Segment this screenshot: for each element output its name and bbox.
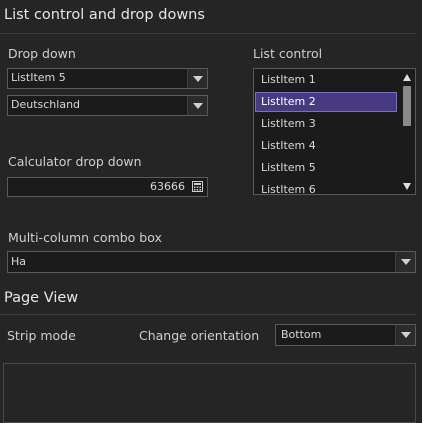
orientation-dropdown-button[interactable] bbox=[395, 325, 415, 345]
list-scrollbar[interactable] bbox=[400, 70, 414, 193]
list-item-selected[interactable]: ListItem 2 bbox=[255, 92, 397, 112]
section-title-list-control: List control and drop downs bbox=[4, 7, 205, 23]
scrollbar-thumb[interactable] bbox=[403, 86, 411, 126]
list-item[interactable]: ListItem 4 bbox=[255, 136, 397, 156]
calculator-value: 63666 bbox=[150, 180, 185, 193]
arrow-down-icon bbox=[403, 182, 411, 190]
list-item[interactable]: ListItem 6 bbox=[255, 180, 397, 194]
calculator-dropdown[interactable]: 63666 bbox=[7, 177, 208, 197]
chevron-down-icon bbox=[192, 102, 203, 109]
chevron-down-icon bbox=[192, 75, 203, 82]
scroll-down-button[interactable] bbox=[403, 182, 411, 190]
list-item[interactable]: ListItem 3 bbox=[255, 114, 397, 134]
chevron-down-icon bbox=[400, 259, 411, 265]
dropdown-country-button[interactable] bbox=[187, 96, 207, 115]
multicolumn-dropdown-button[interactable] bbox=[395, 252, 415, 272]
multicolumn-combo[interactable]: Ha bbox=[7, 251, 416, 273]
dropdown-country[interactable]: Deutschland bbox=[7, 95, 208, 116]
strip-mode-label: Strip mode bbox=[7, 328, 76, 343]
section-divider bbox=[0, 33, 416, 34]
dropdown-listitem-button[interactable] bbox=[187, 69, 207, 88]
arrow-up-icon bbox=[403, 73, 411, 81]
calculator-icon[interactable] bbox=[192, 181, 203, 192]
orientation-value: Bottom bbox=[281, 328, 322, 341]
dropdown-country-value: Deutschland bbox=[11, 98, 81, 111]
scroll-up-button[interactable] bbox=[403, 73, 411, 81]
dropdown-listitem-value: ListItem 5 bbox=[11, 71, 66, 84]
dropdown-listitem[interactable]: ListItem 5 bbox=[7, 68, 208, 89]
page-view-panel bbox=[3, 363, 416, 423]
multicolumn-value: Ha bbox=[11, 255, 27, 268]
multicolumn-label: Multi-column combo box bbox=[8, 230, 162, 245]
orientation-dropdown[interactable]: Bottom bbox=[275, 324, 416, 346]
dropdown-label: Drop down bbox=[8, 46, 76, 61]
list-control-label: List control bbox=[253, 46, 323, 61]
section-title-page-view: Page View bbox=[4, 290, 79, 306]
calculator-label: Calculator drop down bbox=[8, 154, 142, 169]
orientation-label: Change orientation bbox=[139, 328, 260, 343]
list-item[interactable]: ListItem 5 bbox=[255, 158, 397, 178]
list-control[interactable]: ListItem 1 ListItem 2 ListItem 3 ListIte… bbox=[253, 68, 416, 195]
chevron-down-icon bbox=[400, 332, 411, 338]
list-item[interactable]: ListItem 1 bbox=[255, 70, 397, 90]
section-divider bbox=[0, 314, 416, 315]
